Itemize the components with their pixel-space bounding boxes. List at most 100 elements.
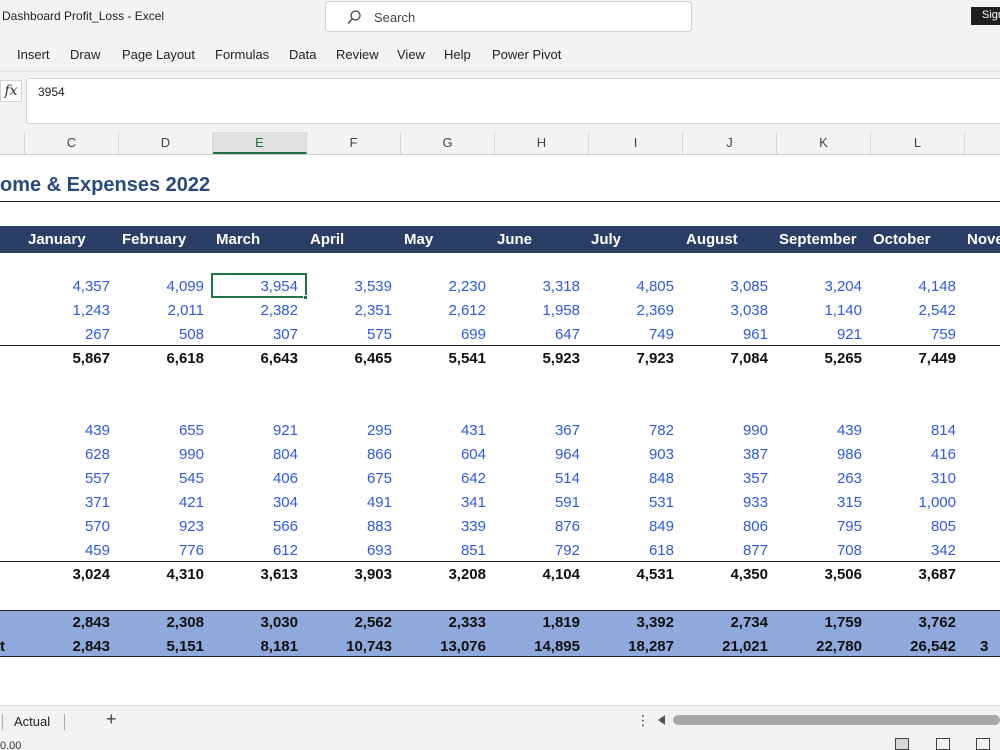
cell-f[interactable]: 693 [300,542,392,559]
cell-e[interactable]: 2,382 [206,302,298,319]
cell-e[interactable]: 406 [206,470,298,487]
cell-g[interactable]: 341 [394,494,486,511]
cell-e[interactable]: 6,643 [206,350,298,367]
cell-c[interactable]: 628 [18,446,110,463]
cell-i[interactable]: 848 [582,470,674,487]
cell-f[interactable]: 675 [300,470,392,487]
cell-g[interactable]: 2,333 [394,614,486,631]
cell-l[interactable]: 2,542 [864,302,956,319]
cell-j[interactable]: 990 [676,422,768,439]
cell-h[interactable]: 876 [488,518,580,535]
column-header-d[interactable]: D [119,132,213,154]
cell-l[interactable]: 814 [864,422,956,439]
cell-d[interactable]: 4,310 [112,566,204,583]
cell-d[interactable]: 545 [112,470,204,487]
cell-c[interactable]: 2,843 [18,638,110,655]
cell-c[interactable]: 3,024 [18,566,110,583]
cell-k[interactable]: 3,506 [770,566,862,583]
column-header-g[interactable]: G [401,132,495,154]
cell-k[interactable]: 315 [770,494,862,511]
cell-h[interactable]: 591 [488,494,580,511]
cell-l[interactable]: 759 [864,326,956,343]
cell-d[interactable]: 421 [112,494,204,511]
cell-j[interactable]: 961 [676,326,768,343]
column-header-b[interactable] [0,132,25,154]
cell-f[interactable]: 6,465 [300,350,392,367]
cell-d[interactable]: 776 [112,542,204,559]
formula-input[interactable]: 3954 [26,78,1000,124]
column-header-i[interactable]: I [589,132,683,154]
cell-j[interactable]: 3,085 [676,278,768,295]
cell-c[interactable]: 557 [18,470,110,487]
cell-k[interactable]: 986 [770,446,862,463]
tab-power-pivot[interactable]: Power Pivot [492,47,561,62]
cell-j[interactable]: 877 [676,542,768,559]
sheet-tab-actual[interactable]: Actual [14,714,50,729]
cell-l[interactable]: 1,000 [864,494,956,511]
cell-k[interactable]: 3,204 [770,278,862,295]
cell-l[interactable]: 342 [864,542,956,559]
cell-f[interactable]: 3,539 [300,278,392,295]
cell-d[interactable]: 990 [112,446,204,463]
cell-j[interactable]: 357 [676,470,768,487]
cell-c[interactable]: 267 [18,326,110,343]
cell-l[interactable]: 7,449 [864,350,956,367]
cell-k[interactable]: 439 [770,422,862,439]
cell-j[interactable]: 2,734 [676,614,768,631]
cell-e[interactable]: 3,030 [206,614,298,631]
page-break-view-icon[interactable] [976,738,990,750]
cell-k[interactable]: 263 [770,470,862,487]
cell-j[interactable]: 7,084 [676,350,768,367]
cell-g[interactable]: 604 [394,446,486,463]
cell-l[interactable]: 416 [864,446,956,463]
cell-h[interactable]: 514 [488,470,580,487]
tab-insert[interactable]: Insert [17,47,50,62]
column-header-m[interactable] [965,132,1000,154]
cell-k[interactable]: 708 [770,542,862,559]
cell-g[interactable]: 699 [394,326,486,343]
tab-help[interactable]: Help [444,47,471,62]
cell-i[interactable]: 3,392 [582,614,674,631]
page-layout-view-icon[interactable] [936,738,950,750]
cell-f[interactable]: 295 [300,422,392,439]
tab-formulas[interactable]: Formulas [215,47,269,62]
tab-data[interactable]: Data [289,47,316,62]
cell-i[interactable]: 749 [582,326,674,343]
tab-review[interactable]: Review [336,47,379,62]
cell-k[interactable]: 921 [770,326,862,343]
cell-c[interactable]: 371 [18,494,110,511]
cell-h[interactable]: 792 [488,542,580,559]
cell-f[interactable]: 3,903 [300,566,392,583]
cell-g[interactable]: 2,230 [394,278,486,295]
cell-d[interactable]: 923 [112,518,204,535]
cell-g[interactable]: 13,076 [394,638,486,655]
tab-draw[interactable]: Draw [70,47,100,62]
cell-h[interactable]: 4,104 [488,566,580,583]
column-header-c[interactable]: C [25,132,119,154]
cell-d[interactable]: 2,308 [112,614,204,631]
selected-cell-e[interactable] [211,273,307,298]
cell-g[interactable]: 2,612 [394,302,486,319]
cell-i[interactable]: 18,287 [582,638,674,655]
cell-c[interactable]: 439 [18,422,110,439]
cell-i[interactable]: 618 [582,542,674,559]
cell-h[interactable]: 964 [488,446,580,463]
cell-i[interactable]: 903 [582,446,674,463]
tab-page-layout[interactable]: Page Layout [122,47,195,62]
cell-i[interactable]: 4,531 [582,566,674,583]
cell-c[interactable]: 459 [18,542,110,559]
add-sheet-button[interactable]: + [106,709,117,730]
cell-l[interactable]: 3,762 [864,614,956,631]
column-header-k[interactable]: K [777,132,871,154]
cell-j[interactable]: 3,038 [676,302,768,319]
cell-e[interactable]: 307 [206,326,298,343]
cell-g[interactable]: 642 [394,470,486,487]
cell-c[interactable]: 5,867 [18,350,110,367]
cell-i[interactable]: 4,805 [582,278,674,295]
cell-g[interactable]: 851 [394,542,486,559]
cell-h[interactable]: 1,819 [488,614,580,631]
cell-d[interactable]: 655 [112,422,204,439]
cell-i[interactable]: 2,369 [582,302,674,319]
cell-h[interactable]: 14,895 [488,638,580,655]
cell-h[interactable]: 1,958 [488,302,580,319]
